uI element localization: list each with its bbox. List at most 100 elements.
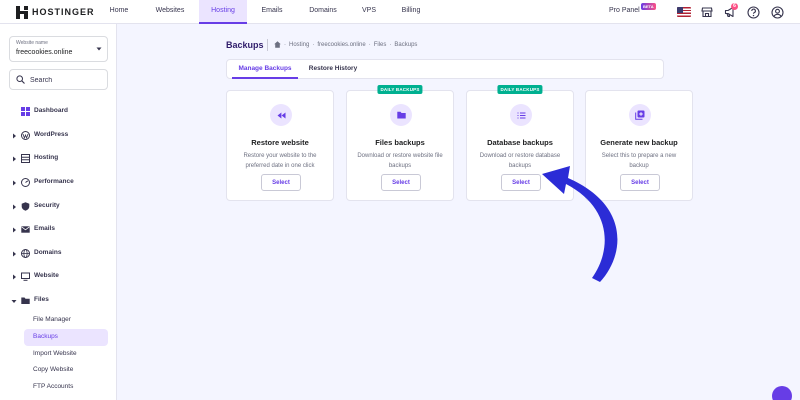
sidebar-item-label: Emails [34,225,55,232]
nav-websites[interactable]: Websites [146,0,194,24]
sidebar-item-emails[interactable]: Emails [0,221,117,239]
sidebar-item-label: Security [34,202,60,209]
sidebar-item-dashboard[interactable]: Dashboard [0,103,117,121]
chevron-right-icon [13,274,16,280]
chevron-right-icon [13,133,16,139]
search-icon [16,75,25,84]
nav-billing[interactable]: Billing [393,0,429,24]
daily-backups-badge: DAILY BACKUPS [377,85,423,94]
hostinger-logo[interactable]: HOSTINGER [16,4,95,20]
sidebar-item-files[interactable]: Files [0,292,117,310]
chevron-right-icon [13,180,16,186]
sidebar-item-label: Files [34,296,49,303]
rewind-icon [270,104,292,126]
sidebar-subitem-import-website[interactable]: Import Website [24,346,108,363]
hosting-icon [21,154,30,163]
chevron-right-icon [13,156,16,162]
home-icon[interactable] [274,41,281,48]
sidebar-search [9,69,108,90]
sidebar-item-label: Dashboard [34,107,68,114]
chat-support-button[interactable] [772,386,792,400]
sidebar-item-hosting[interactable]: Hosting [0,150,117,168]
breadcrumb-item: Backups [394,41,418,48]
add-backup-icon [629,104,651,126]
breadcrumb-separator: · [312,41,315,48]
monitor-icon [21,272,30,281]
breadcrumb: · Hosting · freecookies.online · Files ·… [274,41,417,48]
sidebar-item-security[interactable]: Security [0,198,117,216]
beta-badge: BETA [641,3,656,10]
page-title: Backups [226,40,264,50]
card-title: Database backups [487,138,553,147]
help-icon[interactable] [746,5,760,19]
sidebar-subitem-file-manager[interactable]: File Manager [24,312,108,329]
card-files-backups: DAILY BACKUPS Files backups Download or … [346,85,454,201]
chevron-right-icon [13,251,16,257]
account-icon[interactable] [770,5,784,19]
website-selector-value: freecookies.online [16,49,73,56]
folder-icon [21,297,30,304]
brand-name: HOSTINGER [32,7,95,17]
search-input[interactable] [30,73,104,87]
database-list-icon [510,104,532,126]
sidebar: Website name freecookies.online Dashboar… [0,24,117,400]
sidebar-item-label: Website [34,272,59,279]
sidebar-item-domains[interactable]: Domains [0,245,117,263]
sidebar-subitem-label: Backups [33,333,58,340]
chevron-down-icon [11,300,17,303]
shield-icon [21,202,30,211]
nav-hosting[interactable]: Hosting [199,0,247,24]
website-selector[interactable]: Website name freecookies.online [9,36,108,62]
website-selector-label: Website name [16,40,48,46]
breadcrumb-item[interactable]: freecookies.online [317,42,365,48]
sidebar-subitem-copy-website[interactable]: Copy Website [24,362,108,379]
store-icon[interactable] [700,5,714,19]
sidebar-item-label: Hosting [34,154,59,161]
globe-icon [21,249,30,258]
card-title: Files backups [375,138,425,147]
dashboard-icon [21,107,30,116]
card-title: Restore website [251,138,309,147]
backup-tabs: Manage Backups Restore History [226,59,664,79]
sidebar-subitem-label: Import Website [33,350,77,357]
breadcrumb-item[interactable]: Files [374,42,387,48]
sidebar-subitem-label: Copy Website [33,366,74,373]
breadcrumb-item[interactable]: Hosting [289,42,309,48]
title-divider [267,39,268,51]
nav-home[interactable]: Home [98,0,140,24]
chevron-right-icon [13,204,16,210]
performance-icon [21,178,30,187]
sidebar-item-label: Domains [34,249,62,256]
breadcrumb-separator: · [389,41,392,48]
select-database-backups-button[interactable]: Select [501,174,541,191]
notification-count-badge: 6 [731,3,738,10]
sidebar-item-label: Performance [34,178,74,185]
tab-restore-history[interactable]: Restore History [303,60,363,79]
sidebar-item-wordpress[interactable]: WordPress [0,127,117,145]
chevron-down-icon [96,47,102,51]
card-restore-website: Restore website Restore your website to … [226,90,334,201]
select-files-backups-button[interactable]: Select [381,174,421,191]
sidebar-subitem-ftp-accounts[interactable]: FTP Accounts [24,379,108,396]
card-description: Restore your website to the preferred da… [243,153,317,169]
tab-manage-backups[interactable]: Manage Backups [232,60,298,79]
select-restore-website-button[interactable]: Select [261,174,301,191]
mail-icon [21,226,30,233]
sidebar-subitem-label: FTP Accounts [33,383,74,390]
breadcrumb-separator: · [368,41,371,48]
nav-vps[interactable]: VPS [356,0,382,24]
us-flag-icon[interactable] [677,7,691,17]
nav-domains[interactable]: Domains [302,0,344,24]
top-navigation-bar: HOSTINGER Home Websites Hosting Emails D… [0,0,800,24]
annotation-arrow-icon [542,166,618,282]
breadcrumb-separator: · [284,41,286,48]
wordpress-icon [21,131,30,140]
chevron-right-icon [13,227,16,233]
sidebar-item-website[interactable]: Website [0,268,117,286]
card-description: Download or restore website file backups [357,153,443,169]
pro-panel-link[interactable]: Pro Panel [609,0,640,24]
nav-emails[interactable]: Emails [253,0,291,24]
sidebar-item-performance[interactable]: Performance [0,174,117,192]
sidebar-subitem-backups[interactable]: Backups [24,329,108,346]
daily-backups-badge: DAILY BACKUPS [497,85,543,94]
